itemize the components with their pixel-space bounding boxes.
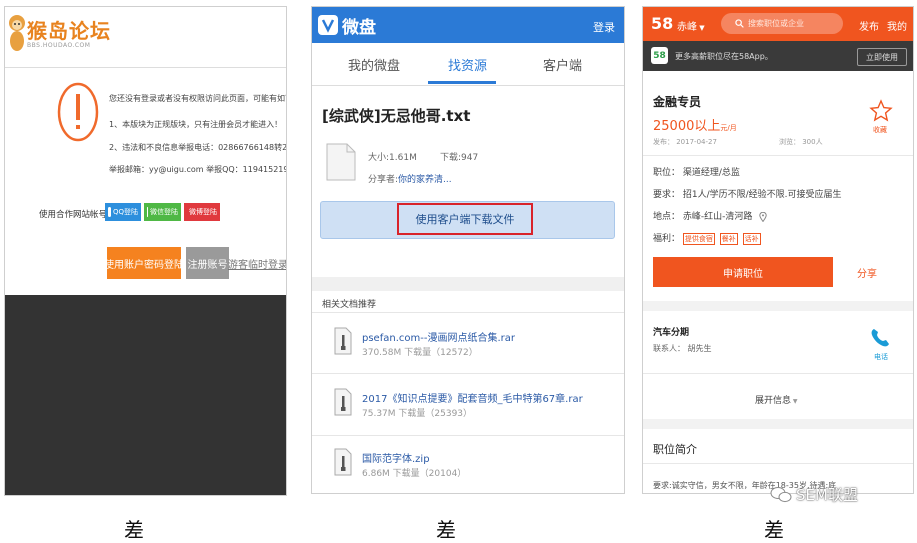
caret-down-icon: ▼: [697, 24, 705, 32]
section-gap: [643, 419, 913, 429]
mine-link[interactable]: 我的: [887, 18, 907, 33]
active-tab-indicator: [428, 81, 496, 84]
tab-bar: 我的微盘 找资源 客户端: [312, 43, 624, 86]
benefit-tag: 餐补: [719, 233, 738, 245]
error-message-line: 1、本版块为正规版块，只有注册会员才能进入！: [109, 120, 283, 129]
forum-logo-text: 猴岛论坛: [27, 19, 111, 43]
contact-person: 联系人： 胡先生: [653, 344, 712, 353]
divider: [643, 463, 913, 464]
share-button[interactable]: 分享: [857, 265, 877, 280]
file-size: 大小:1.61M: [368, 153, 417, 163]
weipan-topbar: 微盘 登录: [312, 7, 624, 43]
archive-file-icon: [334, 327, 352, 355]
forum-logo-subtitle: BBS.HOUDAO.COM: [27, 42, 91, 49]
watermark: SEM联盟: [770, 484, 858, 505]
wechat-watermark-icon: [770, 486, 792, 502]
search-icon: [735, 19, 744, 28]
search-placeholder: 搜索职位或企业: [748, 19, 804, 28]
job58-topbar: 58 赤峰 ▼ 搜索职位或企业 发布 我的: [643, 7, 913, 41]
watermark-text: SEM联盟: [796, 486, 858, 504]
error-message-line: 您还没有登录或者没有权限访问此页面，可能有如下几个原因: [109, 94, 286, 103]
view-count: 浏览： 300人: [779, 138, 823, 146]
job-location-row: 地点： 赤峰-红山-清河路: [653, 209, 767, 222]
favorite-label: 收藏: [873, 126, 887, 134]
sharer-name-link[interactable]: 你的家养清...: [398, 175, 452, 185]
job-salary: 25000以上元/月: [653, 119, 737, 134]
job-requirement: 要求： 招1人/学历不限/经验不限.可接受应届生: [653, 190, 842, 200]
archive-file-icon: [334, 448, 352, 476]
blank-dark-area: [5, 295, 286, 495]
use-app-button[interactable]: 立即使用: [857, 48, 907, 66]
app-logo-58: 58: [651, 47, 668, 64]
weipan-logo-icon: [318, 15, 338, 35]
job-intro-title: 职位简介: [653, 443, 697, 456]
wechat-login-button[interactable]: 微信登陆: [144, 203, 181, 221]
account-login-button[interactable]: 使用账户密码登陆: [104, 247, 184, 279]
forum-header: 猴岛论坛 BBS.HOUDAO.COM: [5, 7, 286, 59]
doc-meta: 75.37M 下载量（25393）: [362, 409, 473, 419]
document-icon: [326, 143, 356, 181]
location-pin-icon: [759, 211, 767, 222]
doc-meta: 370.58M 下载量（12572）: [362, 348, 478, 358]
forum-login-screenshot: 猴岛论坛 BBS.HOUDAO.COM 您还没有登录或者没有权限访问此页面，可能…: [4, 6, 287, 496]
weipan-screenshot: 微盘 登录 我的微盘 找资源 客户端 [综武侠]无忌他哥.txt 大小:1.61…: [311, 6, 625, 494]
login-link[interactable]: 登录: [593, 19, 615, 35]
client-download-button[interactable]: 使用客户端下载文件: [397, 203, 533, 235]
brand-58-logo: 58: [651, 14, 674, 33]
company-name: 汽车分期: [653, 328, 690, 338]
posted-date: 发布： 2017-04-27: [653, 138, 717, 146]
related-docs-header: 相关文档推荐: [322, 300, 377, 310]
doc-name[interactable]: 国际范字体.zip: [362, 450, 430, 465]
file-downloads: 下载:947: [440, 153, 479, 163]
search-input[interactable]: 搜索职位或企业: [721, 13, 843, 34]
divider: [312, 312, 624, 313]
banner-text: 更多高薪职位尽在58App。: [675, 52, 773, 61]
qq-login-button[interactable]: QQ登陆: [105, 203, 141, 221]
doc-name[interactable]: 2017《知识点提要》配套音频_毛中特第67章.rar: [362, 390, 583, 405]
sharer-label: 分享者:: [368, 175, 399, 185]
qq-icon: [108, 207, 111, 217]
divider: [312, 373, 624, 374]
job-title: 金融专员: [653, 95, 702, 109]
tab-client[interactable]: 客户端: [543, 55, 582, 74]
divider: [643, 373, 913, 374]
job-position: 职位： 渠道经理/总监: [653, 168, 740, 178]
divider: [312, 435, 624, 436]
error-message-line: 2、违法和不良信息举报电话：02866766148转2004: [109, 143, 287, 152]
weibo-login-button[interactable]: 微博登陆: [184, 203, 220, 221]
doc-meta: 6.86M 下载量（20104）: [362, 469, 467, 479]
error-message-line: 举报邮箱：yy@uigu.com 举报QQ：1194152199: [109, 165, 287, 174]
weipan-brand: 微盘: [342, 18, 376, 38]
job58-screenshot: 58 赤峰 ▼ 搜索职位或企业 发布 我的 58 更多高薪职位尽在58App。 …: [642, 6, 914, 494]
file-title: [综武侠]无忌他哥.txt: [322, 107, 471, 125]
job-benefits-row: 福利： 提供食宿 餐补 话补: [653, 233, 761, 245]
tab-find-resources[interactable]: 找资源: [448, 55, 487, 74]
phone-icon[interactable]: [869, 327, 891, 349]
caret-down-icon: ▼: [791, 398, 798, 405]
apply-job-button[interactable]: 申请职位: [653, 257, 833, 287]
section-separator: [312, 277, 624, 291]
section-gap: [643, 301, 913, 311]
tab-my-weipan[interactable]: 我的微盘: [348, 55, 400, 74]
benefit-tag: 话补: [742, 233, 761, 245]
star-favorite-icon[interactable]: [869, 99, 893, 123]
city-selector[interactable]: 赤峰 ▼: [677, 18, 705, 33]
wechat-icon: [147, 207, 148, 217]
divider: [5, 67, 286, 68]
phone-label: 电话: [874, 353, 888, 361]
publish-link[interactable]: 发布: [859, 18, 879, 33]
doc-name[interactable]: psefan.com--漫画网点纸合集.rar: [362, 329, 515, 344]
benefit-tag: 提供食宿: [682, 233, 715, 245]
warning-icon: [57, 82, 99, 142]
guest-login-link[interactable]: 游客临时登录: [228, 247, 286, 279]
divider: [643, 155, 913, 156]
expand-info-button[interactable]: 展开信息 ▼: [755, 393, 798, 406]
monkey-logo-icon: [9, 15, 25, 51]
app-promo-banner: 58 更多高薪职位尽在58App。 立即使用: [643, 41, 913, 71]
download-bar: 使用客户端下载文件: [320, 201, 615, 239]
archive-file-icon: [334, 388, 352, 416]
register-button[interactable]: 注册账号: [186, 247, 229, 279]
sharer-row: 分享者:你的家养清...: [368, 172, 452, 185]
